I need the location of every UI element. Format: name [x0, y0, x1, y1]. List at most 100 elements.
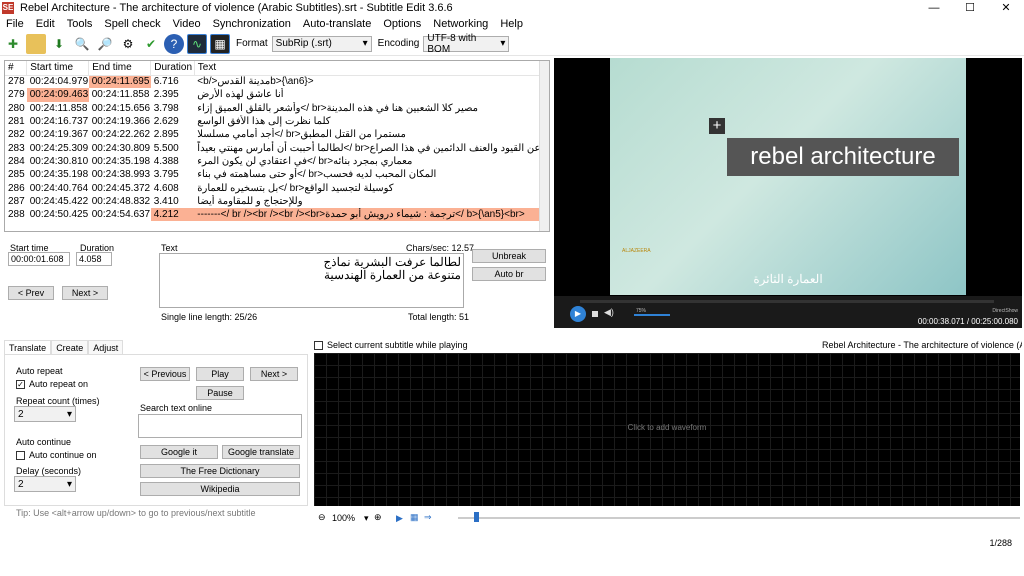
menu-file[interactable]: File	[0, 18, 30, 30]
col-duration[interactable]: Duration	[150, 61, 195, 76]
maximize-button[interactable]: ☐	[952, 0, 988, 16]
table-row[interactable]: 286 00:24:40.764 00:24:45.372 4.608 كوسيلة ل…	[5, 181, 541, 194]
encoding-value: UTF-8 with BOM	[427, 32, 477, 55]
menu-synchronization[interactable]: Synchronization	[207, 18, 297, 30]
select-current-label: Select current subtitle while playing	[327, 340, 468, 350]
menu-tools[interactable]: Tools	[61, 18, 99, 30]
cell-number: 285	[8, 169, 25, 181]
cell-text: كلما نظرت إلى هذا الأفق الواسع	[197, 116, 331, 128]
col-end-time[interactable]: End time	[88, 61, 152, 76]
menu-edit[interactable]: Edit	[30, 18, 61, 30]
video-player[interactable]: + rebel architecture ALJAZEERA العمارة ا…	[554, 58, 1022, 328]
free-dictionary-button[interactable]: The Free Dictionary	[140, 464, 300, 478]
previous-button[interactable]: < Previous	[140, 367, 190, 381]
arrows-icon[interactable]: ⇒	[424, 512, 432, 523]
new-file-icon[interactable]: ✚	[3, 34, 23, 54]
play-icon[interactable]: ▶	[396, 513, 403, 524]
waveform-panel[interactable]: Click to add waveform	[314, 353, 1020, 506]
table-row[interactable]: 288 00:24:50.425 00:24:54.637 4.212 <b>{\an5…	[5, 207, 541, 222]
delay-select[interactable]: 2 ▾	[14, 476, 76, 492]
format-select[interactable]: SubRip (.srt) ▾	[271, 35, 372, 52]
table-row[interactable]: 281 00:24:16.737 00:24:19.366 2.629 كلما نظر…	[5, 115, 541, 128]
zoom-in-icon[interactable]: ⊕	[374, 512, 382, 523]
menu-help[interactable]: Help	[494, 18, 529, 30]
stop-icon[interactable]	[592, 311, 598, 317]
play-icon[interactable]: ▶	[570, 306, 586, 322]
google-it-button[interactable]: Google it	[140, 445, 218, 459]
pause-button[interactable]: Pause	[196, 386, 244, 400]
find-icon[interactable]: 🔍	[72, 34, 92, 54]
chevron-down-icon: ▾	[66, 478, 72, 490]
position-slider[interactable]	[458, 517, 1020, 519]
spell-check-icon[interactable]: ✔	[141, 34, 161, 54]
start-time-field[interactable]: 00:00:01.608	[8, 252, 70, 266]
wikipedia-button[interactable]: Wikipedia	[140, 482, 300, 496]
waveform-toolbar: ⊖ 100% ▾ ⊕ ▶ ▦ ⇒	[314, 510, 1020, 526]
waveform-toggle-icon[interactable]: ∿	[187, 33, 207, 54]
delay-label: Delay (seconds)	[16, 466, 82, 476]
duration-field[interactable]: 4.058	[76, 252, 112, 266]
menu-auto-translate[interactable]: Auto-translate	[297, 18, 377, 30]
table-row[interactable]: 287 00:24:45.422 00:24:48.832 3.410 وللإحتجا…	[5, 195, 541, 208]
subtitle-text-field[interactable]: لطالما عرفت البشرية نماذج متنوعة من العم…	[159, 253, 464, 308]
tab-adjust[interactable]: Adjust	[88, 340, 124, 355]
chevron-down-icon[interactable]: ▾	[364, 513, 369, 524]
next-subtitle-button[interactable]: Next >	[250, 367, 298, 381]
google-translate-button[interactable]: Google translate	[222, 445, 300, 459]
table-row[interactable]: 280 00:24:11.858 00:24:15.656 3.798 مصير كلا…	[5, 102, 541, 115]
prev-button[interactable]: < Prev	[8, 286, 54, 300]
search-online-input[interactable]	[138, 414, 302, 438]
text-label: Text	[161, 243, 178, 253]
progress-bar[interactable]	[580, 300, 994, 303]
col-text[interactable]: Text	[194, 61, 542, 76]
slider-thumb[interactable]	[474, 512, 479, 522]
table-row[interactable]: 284 00:24:30.810 00:24:35.198 4.388 معماري ب…	[5, 155, 541, 168]
select-current-checkbox[interactable]: Select current subtitle while playing	[314, 340, 468, 351]
menu-options[interactable]: Options	[377, 18, 427, 30]
play-button[interactable]: Play	[196, 367, 244, 381]
unbreak-button[interactable]: Unbreak	[472, 249, 546, 263]
volume-slider[interactable]	[634, 314, 670, 316]
cell-number: 278	[8, 76, 25, 88]
replace-icon[interactable]: 🔎	[95, 34, 115, 54]
cell-end: 00:24:54.637	[91, 209, 151, 221]
video-toggle-icon[interactable]: ▦	[210, 33, 230, 54]
save-icon[interactable]: ⬇	[49, 34, 69, 54]
volume-icon[interactable]: ◀)	[604, 307, 614, 318]
table-row[interactable]: 278 00:24:04.979 00:24:11.695 6.716 <b>{\an6…	[5, 75, 541, 89]
fix-errors-icon[interactable]: ⚙	[118, 34, 138, 54]
cell-number: 279	[8, 89, 25, 101]
grid-icon[interactable]: ▦	[410, 512, 419, 523]
click-to-add-waveform[interactable]: Click to add waveform	[314, 423, 1020, 432]
table-row[interactable]: 285 00:24:35.198 00:24:38.993 3.795 المكان ا…	[5, 168, 541, 181]
table-row[interactable]: 282 00:24:19.367 00:24:22.262 2.895 مستمرا م…	[5, 128, 541, 141]
col-start-time[interactable]: Start time	[26, 61, 90, 76]
repeat-count-select[interactable]: 2 ▾	[14, 406, 76, 422]
help-icon[interactable]: ?	[164, 33, 184, 54]
close-button[interactable]: ✕	[988, 0, 1024, 16]
open-folder-icon[interactable]	[26, 33, 46, 54]
zoom-out-icon[interactable]: ⊖	[318, 512, 326, 523]
cell-number: 286	[8, 182, 25, 194]
minimize-button[interactable]: —	[916, 0, 952, 16]
auto-continue-checkbox[interactable]: Auto continue on	[16, 450, 97, 461]
subtitle-grid[interactable]: # Start time End time Duration Text 278 0…	[4, 60, 550, 232]
next-button[interactable]: Next >	[62, 286, 108, 300]
auto-repeat-checkbox[interactable]: ✓ Auto repeat on	[16, 379, 88, 390]
auto-br-button[interactable]: Auto br	[472, 267, 546, 281]
encoding-select[interactable]: UTF-8 with BOM ▾	[423, 32, 510, 55]
table-row[interactable]: 283 00:24:25.309 00:24:30.809 5.500 عن القيو…	[5, 141, 541, 154]
menu-bar: File Edit Tools Spell check Video Synchr…	[0, 16, 1024, 32]
tab-translate[interactable]: Translate	[4, 340, 52, 355]
menu-spell-check[interactable]: Spell check	[98, 18, 166, 30]
grid-scrollbar[interactable]	[539, 61, 549, 231]
col-number[interactable]: #	[5, 61, 28, 76]
menu-networking[interactable]: Networking	[427, 18, 494, 30]
zoom-value[interactable]: 100%	[332, 513, 355, 523]
menu-video[interactable]: Video	[167, 18, 207, 30]
window-controls: — ☐ ✕	[916, 0, 1024, 16]
repeat-count-label: Repeat count (times)	[16, 396, 100, 406]
tab-create[interactable]: Create	[51, 340, 89, 355]
table-row[interactable]: 279 00:24:09.463 00:24:11.858 2.395 أنا عاشق…	[5, 88, 541, 102]
format-value: SubRip (.srt)	[275, 38, 332, 49]
